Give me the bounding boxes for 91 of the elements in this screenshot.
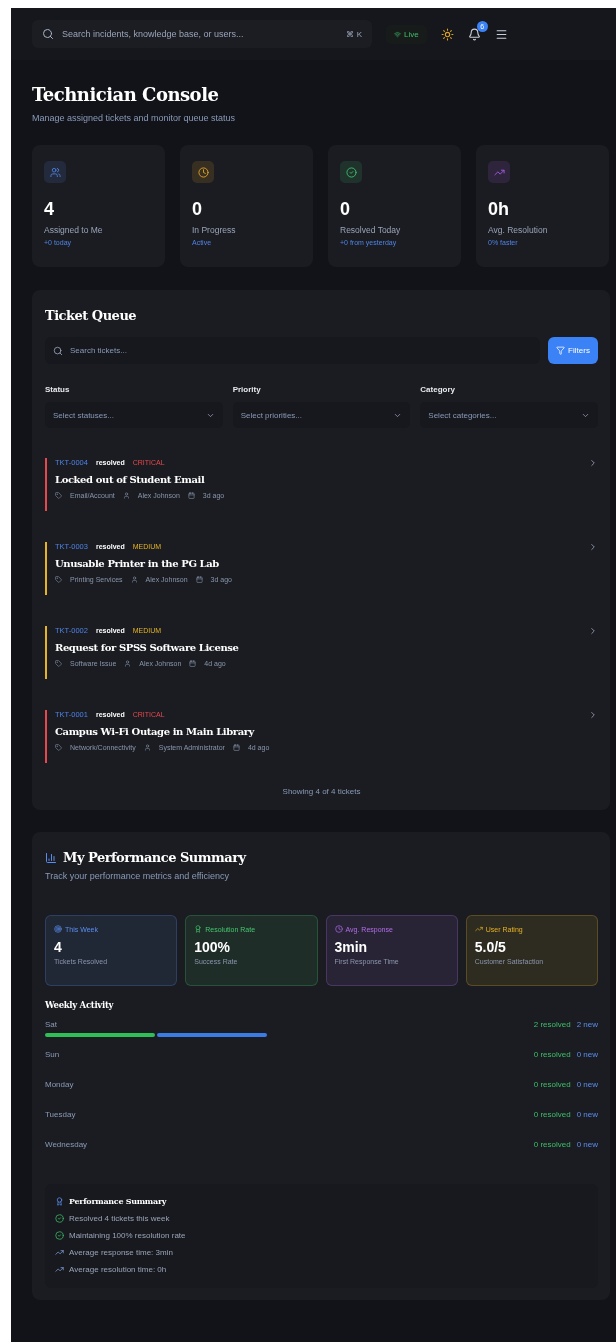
ticket-search-field[interactable]: Search tickets...: [45, 337, 540, 364]
check-circle-icon: [55, 1231, 64, 1240]
trend-up-icon: [474, 925, 483, 933]
day-label: Wednesday: [45, 1140, 88, 1149]
clock-icon: [197, 166, 209, 178]
search-placeholder: Search incidents, knowledge base, or users...: [62, 29, 245, 39]
search-icon: [42, 28, 54, 40]
new-count: 2 new: [576, 1020, 598, 1029]
check-circle-icon: [345, 166, 357, 178]
search-icon: [53, 345, 63, 356]
tag-icon: [55, 576, 62, 583]
menu-icon[interactable]: [494, 27, 508, 41]
ticket-title: Unusable Printer in the PG Lab: [55, 558, 220, 569]
summary-item: Maintaining 100% resolution rate: [69, 1231, 186, 1240]
panel-title: Ticket Queue: [45, 308, 138, 323]
resolved-count: 0 resolved: [533, 1140, 571, 1149]
stat-value: 0: [192, 199, 203, 220]
users-icon: [49, 166, 61, 178]
live-indicator: Live: [386, 24, 427, 44]
user-icon: [122, 492, 130, 499]
stat-label: Resolved Today: [340, 225, 402, 235]
filter-icon: [556, 346, 566, 355]
summary-title: Performance Summary: [69, 1196, 167, 1206]
resolved-count: 0 resolved: [533, 1110, 571, 1119]
summary-item: Average resolution time: 0h: [69, 1265, 167, 1274]
resolved-count: 0 resolved: [533, 1080, 571, 1089]
metric-value: 100%: [194, 939, 232, 955]
day-label: Monday: [45, 1080, 74, 1089]
calendar-icon: [187, 492, 195, 499]
metric-value: 3min: [334, 939, 369, 955]
new-count: 0 new: [576, 1110, 598, 1119]
search-field[interactable]: Search incidents, knowledge base, or users... ⌘ K: [32, 20, 372, 48]
calendar-icon: [195, 576, 203, 583]
day-label: Sat: [45, 1020, 57, 1029]
user-icon: [143, 744, 151, 751]
new-count: 0 new: [576, 1050, 598, 1059]
shortcut-hint: ⌘ K: [346, 29, 362, 39]
resolved-count: 2 resolved: [533, 1020, 571, 1029]
filter-select[interactable]: Select statuses...: [45, 402, 223, 428]
trend-up-icon: [55, 1248, 64, 1257]
award-icon: [55, 1196, 64, 1206]
chevron-right-icon: [588, 458, 598, 468]
panel-subtitle: Track your performance metrics and efficiency: [45, 871, 231, 881]
resolved-count: 0 resolved: [533, 1050, 571, 1059]
check-circle-icon: [55, 1214, 64, 1223]
stat-label: Assigned to Me: [44, 225, 104, 235]
search-placeholder: Search tickets...: [70, 346, 127, 355]
trend-up-icon: [55, 1265, 64, 1274]
ticket-count: Showing 4 of 4 tickets: [282, 787, 361, 796]
chevron-right-icon: [588, 626, 598, 636]
stat-label: In Progress: [192, 225, 237, 235]
summary-item: Resolved 4 tickets this week: [69, 1214, 170, 1223]
stat-value: 4: [44, 199, 55, 220]
metric-value: 5.0/5: [474, 939, 507, 955]
new-count: 0 new: [576, 1080, 598, 1089]
metric-value: 4: [54, 939, 63, 955]
filter-select[interactable]: Select priorities...: [232, 402, 411, 428]
calendar-icon: [232, 744, 240, 751]
stat-value: 0: [340, 199, 351, 220]
section-title: Weekly Activity: [45, 1000, 115, 1010]
stat-label: Avg. Resolution: [488, 225, 549, 235]
clock-icon: [334, 925, 343, 933]
notifications-icon[interactable]: [467, 27, 481, 41]
stat-value: 0h: [488, 199, 510, 220]
chevron-right-icon: [588, 710, 598, 720]
ticket-title: Locked out of Student Email: [55, 474, 206, 485]
filters-button[interactable]: Filters: [548, 337, 598, 364]
filter-label: Priority: [232, 385, 262, 394]
user-icon: [124, 660, 132, 667]
summary-item: Average response time: 3min: [69, 1248, 173, 1257]
tag-icon: [55, 492, 62, 499]
filter-label: Category: [420, 385, 456, 394]
filter-label: Status: [45, 385, 71, 394]
tag-icon: [55, 744, 62, 751]
chevron-right-icon: [588, 542, 598, 552]
calendar-icon: [189, 660, 197, 667]
new-count: 0 new: [576, 1140, 598, 1149]
day-label: Sun: [45, 1050, 60, 1059]
ticket-title: Campus Wi-Fi Outage in Main Library: [55, 726, 256, 737]
ticket-title: Request for SPSS Software License: [55, 642, 240, 653]
page-subtitle: Manage assigned tickets and monitor queue status: [32, 113, 237, 123]
target-icon: [54, 925, 62, 933]
page-title: Technician Console: [32, 84, 220, 105]
tag-icon: [55, 660, 62, 667]
day-label: Tuesday: [45, 1110, 76, 1119]
bar-chart-icon: [45, 851, 57, 864]
panel-title: My Performance Summary: [63, 850, 246, 865]
sun-icon[interactable]: [440, 27, 454, 41]
user-icon: [130, 576, 138, 583]
award-icon: [194, 925, 203, 933]
filter-select[interactable]: Select categories...: [420, 402, 598, 428]
